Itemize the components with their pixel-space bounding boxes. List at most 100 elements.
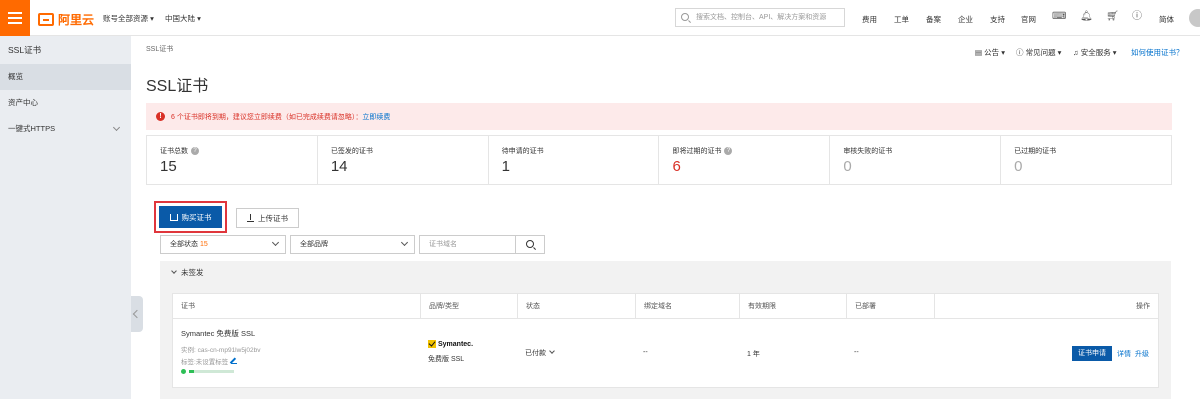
top-navbar: 阿里云 账号全部资源 ▾ 中国大陆 ▾ 搜索文档、控制台、API、解决方案和资源…	[0, 0, 1200, 36]
column-validity: 有效期限	[739, 294, 846, 319]
sidebar-item-label: 资产中心	[8, 98, 38, 107]
column-certificate: 证书	[181, 303, 195, 310]
shield-icon	[181, 369, 186, 374]
upgrade-link[interactable]: 升级	[1135, 349, 1149, 359]
edit-icon[interactable]	[231, 358, 238, 364]
announcement-link[interactable]: ▤ 公告 ▾	[975, 47, 1005, 58]
account-dropdown[interactable]: 账号全部资源 ▾	[103, 13, 154, 24]
status-text: 已付款	[525, 350, 546, 357]
sidebar-collapse-toggle[interactable]	[131, 296, 143, 332]
chevron-down-icon	[112, 123, 121, 132]
page-title: SSL证书	[146, 78, 209, 95]
nav-official-site[interactable]: 官网	[1021, 14, 1036, 25]
stat-total[interactable]: 证书总数? 15	[147, 136, 318, 184]
stat-label: 待申请的证书	[501, 148, 544, 155]
stat-label: 已签发的证书	[330, 148, 373, 155]
stat-value: 0	[843, 158, 852, 175]
cart-icon[interactable]: 🛒︎	[1106, 12, 1119, 22]
question-icon[interactable]: ?	[191, 147, 199, 156]
how-to-use-link[interactable]: 如何使用证书？	[1131, 47, 1184, 58]
brand-filter-select[interactable]: 全部品牌	[290, 235, 415, 254]
region-dropdown-label: 中国大陆	[165, 14, 195, 23]
security-service-link[interactable]: ♫ 安全服务 ▾	[1073, 47, 1117, 58]
brand-name: Symantec.	[438, 340, 474, 348]
nav-ticket[interactable]: 工单	[894, 14, 909, 25]
buy-certificate-button[interactable]: 购买证书	[159, 206, 222, 228]
cert-cell: Symantec 免费版 SSL 实例: cas-cn-mp91lw5j02bv…	[173, 319, 420, 387]
stat-value: 6	[672, 158, 681, 175]
buy-button-label: 购买证书	[181, 212, 212, 222]
column-bound-domain: 绑定域名	[635, 294, 739, 319]
bound-domain: --	[643, 349, 648, 356]
apply-certificate-button[interactable]: 证书申请	[1072, 346, 1112, 361]
sidebar: SSL证书 概览 资产中心 一键式HTTPS	[0, 36, 131, 399]
stat-label-text: 证书总数	[160, 148, 188, 155]
renew-now-link[interactable]: 立即续费	[362, 114, 390, 121]
cert-name: Symantec 免费版 SSL	[181, 329, 256, 338]
status-filter-select[interactable]: 全部状态 15	[160, 235, 286, 254]
security-label: 安全服务	[1080, 48, 1111, 57]
domain-search-input[interactable]: 证书域名	[419, 235, 516, 254]
upload-icon	[247, 213, 254, 222]
sidebar-item-overview[interactable]: 概览	[0, 64, 131, 90]
brand-cell: Symantec. 免费版 SSL	[420, 319, 517, 387]
stats-panel: 证书总数? 15 已签发的证书 14 待申请的证书 1 即将过期的证书? 6 审…	[146, 135, 1172, 185]
stat-label: 已过期的证书	[1014, 148, 1057, 155]
domain-cell: --	[635, 319, 739, 387]
certificate-table: 证书 品牌/类型 状态 绑定域名 有效期限 已部署 操作 Symantec 免费…	[172, 293, 1159, 388]
faq-link[interactable]: ⓘ 常见问题 ▾	[1016, 47, 1061, 58]
actions-cell: 证书申请 详情 升级	[934, 319, 1160, 387]
search-placeholder: 搜索文档、控制台、API、解决方案和资源	[696, 14, 827, 21]
nav-enterprise[interactable]: 企业	[958, 14, 973, 25]
breadcrumb[interactable]: SSL证书	[146, 44, 173, 54]
cert-type: 免费版 SSL	[428, 356, 465, 363]
region-dropdown[interactable]: 中国大陆 ▾	[165, 13, 201, 24]
aliyun-logo[interactable]: 阿里云	[38, 11, 94, 28]
stat-issued[interactable]: 已签发的证书 14	[318, 136, 489, 184]
bell-icon[interactable]: 🔔︎	[1080, 12, 1093, 22]
search-button[interactable]	[515, 235, 545, 254]
stat-label: 审核失败的证书	[843, 148, 893, 155]
sidebar-item-one-click-https[interactable]: 一键式HTTPS	[0, 116, 131, 142]
help-icon[interactable]: ⓘ	[1132, 12, 1142, 22]
terminal-icon[interactable]: ⌨	[1052, 12, 1066, 22]
cert-instance-id: 实例: cas-cn-mp91lw5j02bv	[181, 347, 261, 354]
chevron-down-icon	[171, 268, 177, 274]
progress-fill	[189, 370, 194, 373]
status-dropdown[interactable]: 已付款	[525, 348, 555, 358]
language-switch[interactable]: 简体	[1159, 14, 1174, 25]
stat-label-text: 即将过期的证书	[672, 148, 722, 155]
deployed: --	[854, 349, 859, 356]
status-filter-count: 15	[199, 241, 208, 248]
sidebar-item-label: 概览	[8, 72, 23, 81]
chevron-down-icon	[400, 238, 409, 247]
group-title: 未签发	[181, 268, 204, 277]
search-icon	[526, 240, 534, 248]
detail-link[interactable]: 详情	[1117, 349, 1131, 359]
alert-message: 6 个证书即将到期，建议您立即续费（如已完成续费请忽略）	[171, 114, 356, 121]
question-icon[interactable]: ?	[724, 147, 733, 156]
stat-value: 1	[501, 158, 510, 175]
stat-expiring[interactable]: 即将过期的证书? 6	[659, 136, 831, 184]
column-status: 状态	[517, 294, 635, 319]
stat-failed[interactable]: 审核失败的证书 0	[830, 136, 1002, 184]
stat-expired[interactable]: 已过期的证书 0	[1001, 136, 1171, 184]
chevron-down-icon	[549, 348, 555, 354]
menu-icon[interactable]	[0, 0, 30, 36]
sidebar-item-asset-center[interactable]: 资产中心	[0, 90, 131, 116]
upload-certificate-button[interactable]: 上传证书	[236, 208, 299, 228]
stat-pending[interactable]: 待申请的证书 1	[489, 136, 660, 184]
faq-label: 常见问题	[1025, 48, 1056, 57]
warning-icon: !	[156, 112, 165, 121]
checkmark-icon	[428, 340, 436, 348]
nav-filing[interactable]: 备案	[926, 14, 941, 25]
global-search-input[interactable]: 搜索文档、控制台、API、解决方案和资源	[675, 8, 845, 27]
symantec-logo: Symantec.	[428, 340, 473, 348]
table-header: 证书 品牌/类型 状态 绑定域名 有效期限 已部署 操作	[173, 294, 1158, 319]
buy-button-highlight: 购买证书	[154, 201, 227, 233]
upload-button-label: 上传证书	[258, 213, 288, 223]
nav-billing[interactable]: 费用	[862, 14, 877, 25]
unissued-group-header[interactable]: 未签发	[160, 261, 1171, 285]
avatar[interactable]	[1189, 9, 1200, 27]
nav-support[interactable]: 支持	[990, 14, 1005, 25]
